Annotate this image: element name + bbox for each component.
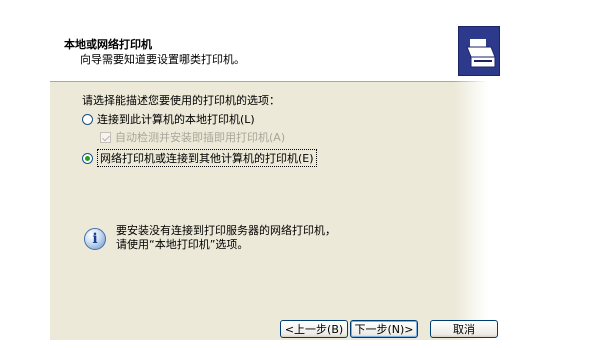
printer-icon — [458, 26, 500, 76]
info-line-2: 请使用“本地打印机”选项。 — [116, 238, 249, 251]
options-prompt: 请选择能描述您要使用的打印机的选项： — [82, 94, 280, 107]
info-icon: i — [84, 228, 106, 250]
option-local-printer-label: 连接到此计算机的本地打印机(L) — [97, 113, 255, 126]
info-line-1: 要安装没有连接到打印服务器的网络打印机， — [116, 224, 336, 237]
wizard-header: 本地或网络打印机 向导需要知道要设置哪类打印机。 — [50, 18, 502, 82]
back-button[interactable]: <上一步(B) — [280, 320, 348, 338]
option-local-printer[interactable]: 连接到此计算机的本地打印机(L) — [82, 111, 255, 127]
right-fade-overlay — [454, 81, 502, 340]
option-network-printer-label: 网络打印机或连接到其他计算机的打印机(E) — [97, 149, 317, 167]
radio-network-printer[interactable] — [82, 152, 93, 164]
header-title: 本地或网络打印机 — [64, 38, 152, 51]
add-printer-wizard: 本地或网络打印机 向导需要知道要设置哪类打印机。 请选择能描述您要使用的打印机的… — [50, 18, 502, 340]
info-text: 要安装没有连接到打印服务器的网络打印机， 请使用“本地打印机”选项。 — [116, 224, 336, 252]
option-auto-detect: 自动检测并安装即插即用打印机(A) — [100, 129, 285, 145]
header-subtitle: 向导需要知道要设置哪类打印机。 — [80, 53, 245, 66]
radio-local-printer[interactable] — [82, 113, 93, 125]
option-network-printer[interactable]: 网络打印机或连接到其他计算机的打印机(E) — [82, 149, 317, 167]
cancel-button[interactable]: 取消 — [430, 320, 498, 338]
option-auto-detect-label: 自动检测并安装即插即用打印机(A) — [115, 131, 286, 144]
checkbox-auto-detect — [100, 131, 111, 143]
next-button[interactable]: 下一步(N)> — [350, 320, 418, 338]
